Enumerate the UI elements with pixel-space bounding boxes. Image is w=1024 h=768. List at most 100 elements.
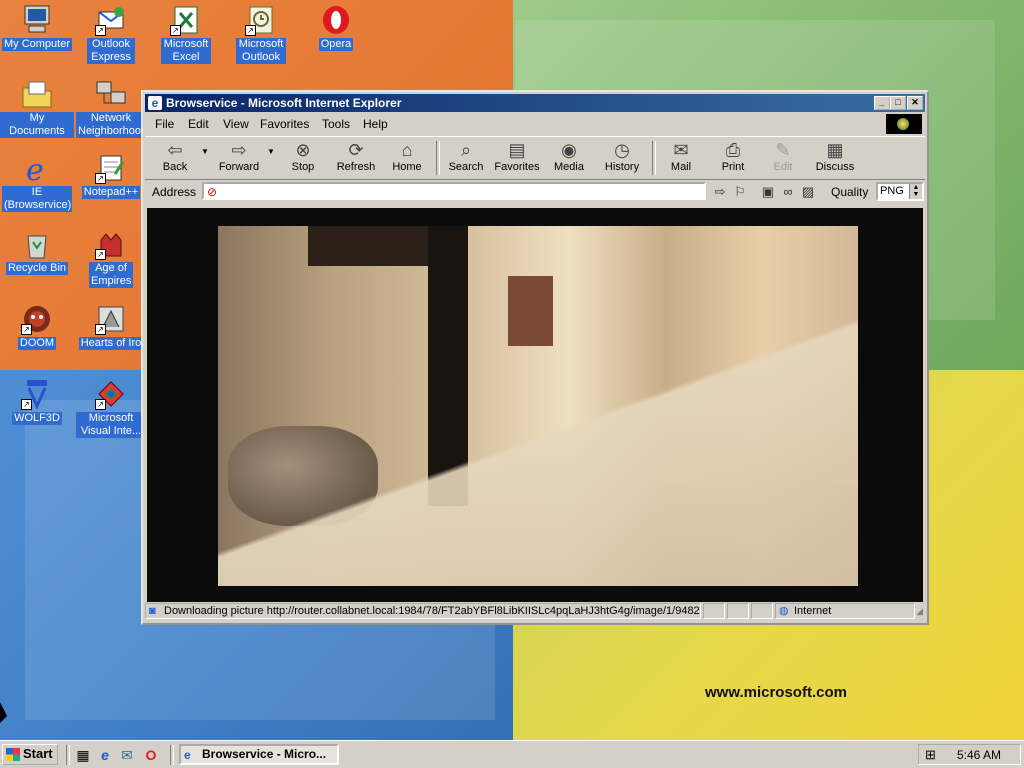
menu-edit[interactable]: Edit [188,117,209,131]
print-button[interactable]: ⎙ Print [713,139,753,177]
zone-panel: ◍ Internet [775,603,915,619]
find-page-icon[interactable]: ▣ [759,183,777,201]
remote-page-image[interactable] [218,226,858,586]
desktop-icon-wolf3d[interactable]: ↗ WOLF3D [0,378,74,425]
browser-window: e Browservice - Microsoft Internet Explo… [141,90,929,625]
forward-button[interactable]: ⇨ Forward [213,139,265,177]
taskbar: Start ▦ e ✉ O e Browservice - Micro... ⊞… [0,740,1024,768]
menu-file[interactable]: File [155,117,174,131]
ie-icon: e [21,152,53,188]
outlook-quicklaunch-icon[interactable]: ✉ [118,746,136,764]
mail-button[interactable]: ✉ Mail [661,139,701,177]
shortcut-arrow-icon: ↗ [21,399,32,410]
ie-icon: e [148,96,162,110]
desktop-icon-doom[interactable]: ↗ DOOM [0,303,74,350]
hearts-of-iron-icon: ↗ [95,303,127,335]
desktop-icon-my-computer[interactable]: My Computer [0,4,74,51]
refresh-button[interactable]: ⟳ Refresh [333,139,379,177]
menu-bar: File Edit View Favorites Tools Help [145,114,925,134]
stop-icon: ⊗ [295,140,311,160]
stop-button[interactable]: ⊗ Stop [283,139,323,177]
network-icon [95,78,127,110]
shortcut-arrow-icon: ↗ [95,249,106,260]
status-bar: ◙ Downloading picture http://router.colla… [145,602,925,621]
zone-text: Internet [794,605,832,617]
address-input[interactable] [202,182,706,200]
resize-grip-icon[interactable]: ◢ [916,606,923,617]
desktop-icon-recycle-bin[interactable]: Recycle Bin [0,228,74,275]
back-dropdown-icon[interactable]: ▼ [201,147,209,156]
ie-quicklaunch-icon[interactable]: e [96,746,114,764]
history-clock-icon: ◷ [614,140,630,160]
desktop-icon-my-documents[interactable]: My Documents [0,78,74,138]
spin-arrows-icon[interactable]: ▲ ▼ [909,184,922,199]
favorites-button[interactable]: ▤ Favorites [491,139,543,177]
desktop-icon-opera[interactable]: Opera [299,4,373,51]
window-titlebar[interactable]: e Browservice - Microsoft Internet Explo… [145,94,925,112]
menu-tools[interactable]: Tools [322,117,350,131]
search-button[interactable]: ⌕ Search [445,139,487,177]
desktop-icon-outlook-express[interactable]: ↗ Outlook Express [74,4,148,64]
excel-icon: ↗ [170,4,202,36]
desktop-icon-microsoft-outlook[interactable]: ↗ Microsoft Outlook [224,4,298,64]
system-tray: ⊞ 5:46 AM [918,744,1021,765]
desktop-icon-hearts-of-iron[interactable]: ↗ Hearts of Iro [74,303,148,350]
age-of-empires-icon: ↗ [95,228,127,260]
clipboard-icon[interactable]: ▨ [799,183,817,201]
outlook-icon: ↗ [245,4,277,36]
forward-dropdown-icon[interactable]: ▼ [267,147,275,156]
window-title: Browservice - Microsoft Internet Explore… [166,96,402,110]
doom-icon: ↗ [21,303,53,335]
address-label: Address [152,185,197,199]
edit-button: ✎ Edit [765,139,801,177]
status-panel [703,603,725,619]
media-button[interactable]: ◉ Media [549,139,589,177]
toolbar-separator [436,141,440,175]
refresh-icon: ⟳ [348,140,364,160]
network-tray-icon[interactable]: ⊞ [925,747,936,763]
go-arrow-icon[interactable]: ⇨ [711,183,729,201]
shortcut-arrow-icon: ↗ [170,25,181,36]
opera-quicklaunch-icon[interactable]: O [142,746,160,764]
browser-viewport[interactable] [147,208,923,602]
discuss-icon: ▦ [826,140,844,160]
minimize-button[interactable]: _ [874,96,890,110]
shortcut-arrow-icon: ↗ [95,25,106,36]
ie-icon: e [184,748,191,762]
wallpaper-url-text: www.microsoft.com [705,684,847,701]
start-button[interactable]: Start [2,744,58,765]
menu-help[interactable]: Help [363,117,388,131]
standard-toolbar: ⇦ Back ▼ ⇨ Forward ▼ ⊗ Stop ⟳ Refresh ⌂ … [145,136,925,180]
home-button[interactable]: ⌂ Home [387,139,427,177]
shortcut-arrow-icon: ↗ [21,324,32,335]
desktop-icon-network-neighborhood[interactable]: Network Neighborhood [74,78,148,138]
mail-icon: ✉ [673,140,689,160]
menu-favorites[interactable]: Favorites [260,117,309,131]
status-text: Downloading picture http://router.collab… [164,605,701,617]
menu-view[interactable]: View [223,117,249,131]
discuss-button[interactable]: ▦ Discuss [811,139,859,177]
status-text-panel: ◙ Downloading picture http://router.colla… [145,603,701,619]
recycle-bin-icon [21,228,53,260]
desktop-icon-visual-interdev[interactable]: ↗ Microsoft Visual Inte... [74,378,148,438]
quality-select[interactable]: PNG ▲ ▼ [876,182,924,201]
history-button[interactable]: ◷ History [599,139,645,177]
desktop-icon-notepadpp[interactable]: ↗ Notepad++ [74,152,148,199]
desktop-icon-microsoft-excel[interactable]: ↗ Microsoft Excel [149,4,223,64]
taskbar-separator [170,745,174,765]
back-button[interactable]: ⇦ Back [153,139,197,177]
desktop-icon-ie-browservice[interactable]: e IE (Browservice) [0,152,74,212]
wolf3d-icon: ↗ [21,378,53,410]
folder-icon [21,78,53,110]
maximize-button[interactable]: □ [890,96,906,110]
taskbar-item-browservice[interactable]: e Browservice - Micro... [179,744,339,765]
shortcut-arrow-icon: ↗ [245,25,256,36]
home-icon: ⌂ [401,140,413,160]
close-button[interactable]: ✕ [907,96,923,110]
toolbar-separator [652,141,656,175]
binoculars-icon[interactable]: ∞ [779,183,797,201]
bookmark-icon[interactable]: ⚐ [731,183,749,201]
show-desktop-icon[interactable]: ▦ [74,746,92,764]
desktop-icon-age-of-empires[interactable]: ↗ Age of Empires [74,228,148,288]
clock[interactable]: 5:46 AM [957,748,1001,762]
